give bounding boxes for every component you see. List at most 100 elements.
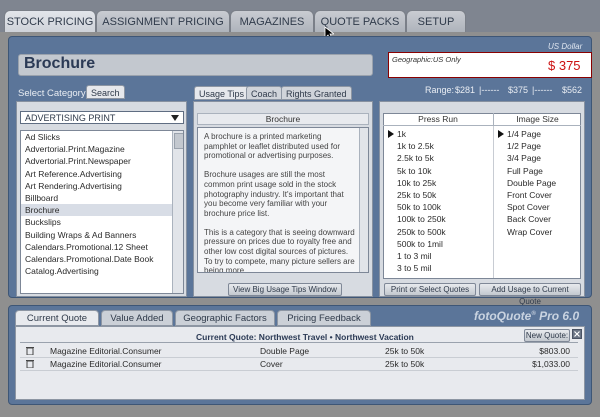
image-size-item[interactable]: 1/4 Page bbox=[495, 128, 579, 140]
quote-item-size: Double Page bbox=[260, 346, 310, 356]
range-high: $562 bbox=[562, 85, 583, 95]
quote-list-rule bbox=[20, 342, 578, 343]
category-item[interactable]: Calendars.Promotional.12 Sheet bbox=[21, 241, 173, 253]
quote-item-price: $1,033.00 bbox=[532, 359, 570, 369]
column-divider bbox=[493, 126, 494, 278]
tip-paragraph-3: This is a category that is seeing downwa… bbox=[204, 227, 355, 273]
category-scrollbar[interactable] bbox=[172, 131, 183, 293]
quote-item-run: 25k to 50k bbox=[385, 359, 425, 369]
image-size-item[interactable]: Full Page bbox=[495, 165, 579, 177]
tab-usage-tips[interactable]: Usage Tips bbox=[194, 86, 250, 100]
image-size-header: Image Size bbox=[493, 113, 581, 126]
press-run-label: 100k to 250k bbox=[397, 214, 446, 225]
press-run-item[interactable]: 25k to 50k bbox=[385, 189, 491, 201]
press-run-label: 50k to 100k bbox=[397, 202, 441, 213]
quote-item-run: 25k to 50k bbox=[385, 346, 425, 356]
category-item[interactable]: Buckslips bbox=[21, 216, 173, 228]
category-list: Ad Slicks Advertorial.Print.Magazine Adver… bbox=[20, 130, 184, 294]
select-category-label: Select Category bbox=[18, 88, 86, 99]
close-icon[interactable] bbox=[572, 329, 582, 339]
trash-icon[interactable] bbox=[26, 346, 34, 355]
press-run-item[interactable]: 2.5k to 5k bbox=[385, 152, 491, 164]
range-mid: $375 bbox=[508, 85, 529, 95]
image-size-label: Double Page bbox=[507, 177, 557, 188]
press-run-list: 1k 1k to 2.5k 2.5k to 5k 5k to 10k 10k to 25… bbox=[385, 128, 491, 274]
press-run-label: 3 to 5 mil bbox=[397, 263, 432, 274]
quote-row[interactable]: Magazine Editorial.Consumer Cover 25k to 5… bbox=[20, 358, 578, 371]
tab-current-quote[interactable]: Current Quote bbox=[15, 310, 99, 326]
image-size-label: Wrap Cover bbox=[507, 226, 553, 237]
category-item[interactable]: Brochure bbox=[21, 204, 173, 217]
press-run-item[interactable]: 5k to 10k bbox=[385, 165, 491, 177]
quote-row[interactable]: Magazine Editorial.Consumer Double Page 25… bbox=[20, 345, 578, 358]
category-item[interactable]: Art Reference.Advertising bbox=[21, 168, 173, 180]
search-tab[interactable]: Search bbox=[86, 85, 125, 99]
range-sep-2: |------ bbox=[532, 85, 553, 95]
usage-tips-heading: Brochure bbox=[197, 113, 369, 125]
category-item[interactable]: Advertorial.Print.Magazine bbox=[21, 143, 173, 155]
print-select-quotes-button[interactable]: Print or Select Quotes bbox=[384, 283, 476, 296]
press-run-label: 500k to 1mil bbox=[397, 238, 443, 249]
image-size-label: Front Cover bbox=[507, 189, 552, 200]
tab-pricing-feedback[interactable]: Pricing Feedback bbox=[277, 310, 371, 326]
range-sep-1: |------ bbox=[479, 85, 500, 95]
press-run-item[interactable]: 1 to 3 mil bbox=[385, 250, 491, 262]
image-size-label: 1/4 Page bbox=[507, 129, 542, 139]
quote-item-name: Magazine Editorial.Consumer bbox=[50, 359, 162, 369]
tip-paragraph-1: A brochure is a printed marketing pamphl… bbox=[204, 132, 341, 161]
category-dropdown[interactable]: ADVERTISING PRINT bbox=[20, 111, 184, 124]
image-size-item[interactable]: 1/2 Page bbox=[495, 140, 579, 152]
brand-version: Pro 6.0 bbox=[539, 309, 580, 323]
geo-label: Geographic:US Only bbox=[392, 55, 461, 64]
view-big-tips-button[interactable]: View Big Usage Tips Window bbox=[228, 283, 342, 296]
tab-geographic-factors[interactable]: Geographic Factors bbox=[175, 310, 275, 326]
new-quote-button[interactable]: New Quote: bbox=[524, 329, 570, 342]
category-item[interactable]: Ad Slicks bbox=[21, 131, 173, 143]
press-run-item[interactable]: 500k to 1mil bbox=[385, 238, 491, 250]
add-usage-button[interactable]: Add Usage to Current Quote bbox=[479, 283, 581, 306]
tab-rights-granted[interactable]: Rights Granted bbox=[281, 86, 352, 100]
image-size-item[interactable]: Back Cover bbox=[495, 213, 579, 225]
image-size-item[interactable]: Wrap Cover bbox=[495, 226, 579, 238]
image-size-item[interactable]: Spot Cover bbox=[495, 201, 579, 213]
range-low: $281 bbox=[455, 85, 476, 95]
brand-name: fotoQuote bbox=[474, 309, 532, 323]
category-item[interactable]: Advertorial.Print.Newspaper bbox=[21, 155, 173, 167]
image-size-item[interactable]: 3/4 Page bbox=[495, 152, 579, 164]
press-run-label: 1k bbox=[397, 129, 406, 139]
usage-tips-text: A brochure is a printed marketing pamphl… bbox=[197, 127, 369, 273]
press-run-item[interactable]: 250k to 500k bbox=[385, 226, 491, 238]
press-run-label: 25k to 50k bbox=[397, 189, 437, 200]
arrow-right-icon bbox=[498, 130, 504, 138]
press-run-item[interactable]: 100k to 250k bbox=[385, 213, 491, 225]
dropdown-value: ADVERTISING PRINT bbox=[25, 113, 116, 123]
category-item[interactable]: Billboard bbox=[21, 192, 173, 204]
tab-magazines[interactable]: MAGAZINES bbox=[230, 10, 314, 32]
tab-assignment-pricing[interactable]: ASSIGNMENT PRICING bbox=[96, 10, 230, 32]
page-title: Brochure bbox=[24, 55, 96, 72]
image-size-item[interactable]: Front Cover bbox=[495, 189, 579, 201]
press-run-label: 1 to 3 mil bbox=[397, 250, 432, 261]
tab-coach[interactable]: Coach bbox=[246, 86, 283, 100]
arrow-right-icon bbox=[388, 130, 394, 138]
press-run-label: 250k to 500k bbox=[397, 226, 446, 237]
press-run-item[interactable]: 50k to 100k bbox=[385, 201, 491, 213]
category-item[interactable]: Calendars.Promotional.Date Book bbox=[21, 253, 173, 265]
category-item[interactable]: Catalog.Advertising bbox=[21, 265, 173, 277]
tab-stock-pricing[interactable]: STOCK PRICING bbox=[4, 10, 96, 32]
range-label: Range: bbox=[425, 85, 455, 95]
tab-setup[interactable]: SETUP bbox=[406, 10, 466, 32]
category-item[interactable]: Art Rendering.Advertising bbox=[21, 180, 173, 192]
press-run-item[interactable]: 10k to 25k bbox=[385, 177, 491, 189]
press-run-item[interactable]: 1k bbox=[385, 128, 491, 140]
trash-icon[interactable] bbox=[26, 359, 34, 368]
image-size-list: 1/4 Page 1/2 Page 3/4 Page Full Page Double … bbox=[495, 128, 579, 238]
image-size-label: 1/2 Page bbox=[507, 141, 542, 152]
press-run-item[interactable]: 3 to 5 mil bbox=[385, 262, 491, 274]
image-size-item[interactable]: Double Page bbox=[495, 177, 579, 189]
tab-value-added[interactable]: Value Added bbox=[101, 310, 173, 326]
category-item[interactable]: Building Wraps & Ad Banners bbox=[21, 229, 173, 241]
tips-scrollbar[interactable] bbox=[359, 128, 368, 272]
brand-logo: fotoQuote® Pro 6.0 bbox=[474, 309, 580, 323]
press-run-item[interactable]: 1k to 2.5k bbox=[385, 140, 491, 152]
